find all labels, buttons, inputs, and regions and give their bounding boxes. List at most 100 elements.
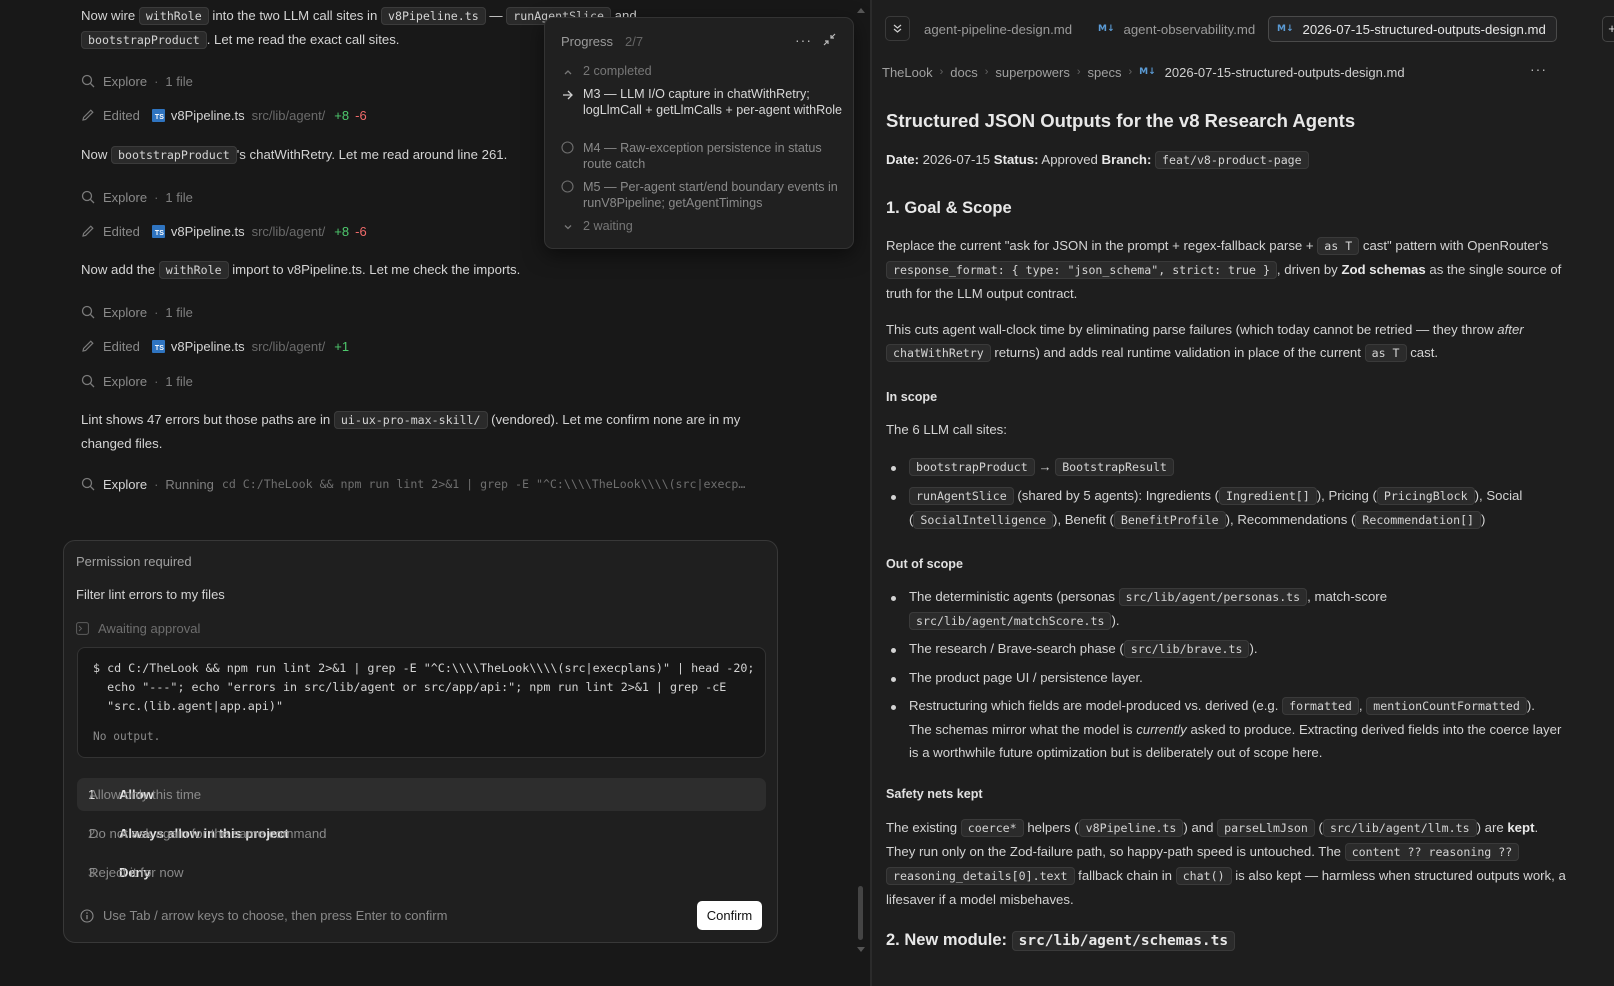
chevron-right-icon: › (939, 66, 944, 78)
option-deny[interactable]: 3. Deny Reject it for now (77, 856, 766, 889)
file-name[interactable]: v8Pipeline.ts (171, 224, 245, 239)
explore-step[interactable]: Explore · 1 file (81, 302, 193, 322)
list-item: The deterministic agents (personas src/l… (909, 588, 1388, 630)
search-icon (81, 305, 95, 319)
list-item: bootstrapProduct → BootstrapResult (909, 455, 1569, 479)
awaiting-label: Awaiting approval (98, 621, 201, 636)
collapse-icon[interactable] (823, 33, 836, 46)
option-allow[interactable]: 1. Allow Allow only this time (77, 778, 766, 811)
tab-label: agent-pipeline-design.md (924, 21, 1073, 37)
chevron-double-down-icon (893, 24, 902, 33)
bullet (891, 596, 896, 601)
paragraph: The 6 LLM call sites: (886, 422, 1007, 437)
lines-added: +8 (334, 223, 350, 239)
file-path: src/lib/agent/ (251, 338, 326, 354)
permission-subtitle: Filter lint errors to my files (76, 587, 225, 602)
scroll-up-icon[interactable] (856, 6, 866, 14)
typescript-file-icon: TS (151, 224, 165, 238)
list-item: runAgentSlice (shared by 5 agents): Ingr… (909, 487, 1523, 529)
option-always-allow[interactable]: 2. Always allow in this project Do not a… (77, 817, 766, 850)
running-step[interactable]: Explore · Running cd C:/TheLook && npm run… (81, 474, 745, 494)
lines-removed: -6 (355, 107, 367, 123)
file-name[interactable]: v8Pipeline.ts (171, 339, 245, 354)
confirm-button[interactable]: Confirm (697, 901, 762, 930)
more-icon[interactable]: ··· (795, 32, 812, 48)
explore-label: Explore (103, 189, 148, 205)
pencil-icon (82, 340, 94, 352)
search-icon (81, 374, 95, 388)
waiting-toggle[interactable]: 2 waiting (563, 219, 633, 235)
heading-goal-scope: 1. Goal & Scope (886, 199, 1012, 217)
hint-text: Use Tab / arrow keys to choose, then pre… (103, 908, 448, 923)
scroll-down-icon[interactable] (856, 946, 866, 954)
explore-step[interactable]: Explore · 1 file (81, 371, 193, 391)
heading-in-scope: In scope (886, 390, 938, 404)
tab-agent-pipeline-design[interactable]: agent-pipeline-design.md (924, 16, 1072, 42)
bullet (891, 705, 896, 710)
breadcrumb-item[interactable]: specs (1088, 65, 1122, 80)
typescript-file-icon: TS (151, 339, 165, 353)
markdown-icon: M↓ (1277, 24, 1294, 34)
more-icon[interactable]: ··· (1530, 61, 1547, 77)
document-meta: Date: 2026-07-15 Status: Approved Branch… (886, 148, 1576, 172)
bullet (891, 648, 896, 653)
search-icon (81, 190, 95, 204)
search-icon (81, 477, 95, 491)
permission-title: Permission required (76, 554, 192, 569)
explore-count: 1 file (165, 373, 193, 389)
lines-added: +1 (334, 338, 350, 354)
assistant-message: Lint shows 47 errors but those paths are… (81, 411, 741, 451)
bullet (891, 677, 896, 682)
option-description: Allow only this time (89, 787, 202, 802)
search-icon (81, 74, 95, 88)
chat-scrollbar-thumb[interactable] (858, 886, 863, 940)
bullet (891, 466, 896, 471)
inline-code: ui-ux-pro-max-skill/ (333, 411, 488, 429)
assistant-message: Now add the withRole import to v8Pipelin… (81, 261, 521, 279)
tab-list-button[interactable] (885, 16, 910, 41)
heading-out-of-scope: Out of scope (886, 557, 963, 571)
pencil-icon (82, 225, 94, 237)
explore-step[interactable]: Explore · 1 file (81, 187, 193, 207)
tab-bar: agent-pipeline-design.md M↓ agent-observa… (872, 0, 1614, 56)
tab-label: agent-observability.md (1123, 21, 1256, 37)
markdown-icon: M↓ (1139, 67, 1156, 77)
heading-new-module: 2. New module: src/lib/agent/schemas.ts (886, 929, 1576, 953)
info-icon (80, 908, 94, 923)
running-label: Running (165, 476, 214, 492)
breadcrumb-item[interactable]: superpowers (995, 65, 1069, 80)
explore-count: 1 file (165, 73, 193, 89)
editor-scrollbar[interactable] (1606, 0, 1614, 986)
paragraph: This cuts agent wall-clock time by elimi… (886, 322, 1524, 362)
running-command: cd C:/TheLook && npm run lint 2>&1 | gre… (221, 477, 746, 491)
paragraph: Replace the current "ask for JSON in the… (886, 237, 1562, 301)
command-text: $ cd C:/TheLook && npm run lint 2>&1 | g… (93, 661, 755, 713)
edit-step[interactable]: Edited TS v8Pipeline.ts src/lib/agent/ +… (81, 221, 367, 241)
circle-icon (561, 180, 574, 193)
chevron-up-icon (564, 69, 572, 75)
inline-code: bootstrapProduct (111, 146, 237, 164)
completed-toggle[interactable]: 2 completed (563, 64, 652, 80)
tab-structured-outputs-design[interactable]: M↓ 2026-07-15-structured-outputs-design.m… (1268, 16, 1557, 42)
breadcrumb-item[interactable]: TheLook (882, 65, 933, 80)
edited-label: Edited (103, 107, 140, 123)
progress-panel: Progress 2/7 ··· 2 completed M3 — LLM I/O… (544, 17, 854, 249)
heading-safety-nets: Safety nets kept (886, 787, 983, 801)
file-path: src/lib/agent/ (251, 223, 326, 239)
edit-step[interactable]: Edited TS v8Pipeline.ts src/lib/agent/ +… (81, 336, 349, 356)
list-item: The research / Brave-search phase (src/l… (909, 640, 1258, 658)
keyboard-hint: Use Tab / arrow keys to choose, then pre… (80, 908, 447, 923)
tab-agent-observability[interactable]: M↓ agent-observability.md (1098, 16, 1255, 42)
chevron-right-icon: › (984, 66, 989, 78)
file-name[interactable]: v8Pipeline.ts (171, 108, 245, 123)
edit-step[interactable]: Edited TS v8Pipeline.ts src/lib/agent/ +… (81, 105, 367, 125)
explore-step[interactable]: Explore · 1 file (81, 71, 193, 91)
awaiting-status: Awaiting approval (76, 621, 200, 636)
lines-removed: -6 (355, 223, 367, 239)
chevron-down-icon (564, 224, 572, 230)
completed-label: 2 completed (583, 64, 652, 78)
breadcrumb-item[interactable]: docs (950, 65, 977, 80)
inline-code: v8Pipeline.ts (380, 7, 486, 25)
list-item: The product page UI / persistence layer. (909, 670, 1143, 685)
breadcrumb-item[interactable]: 2026-07-15-structured-outputs-design.md (1165, 65, 1405, 80)
